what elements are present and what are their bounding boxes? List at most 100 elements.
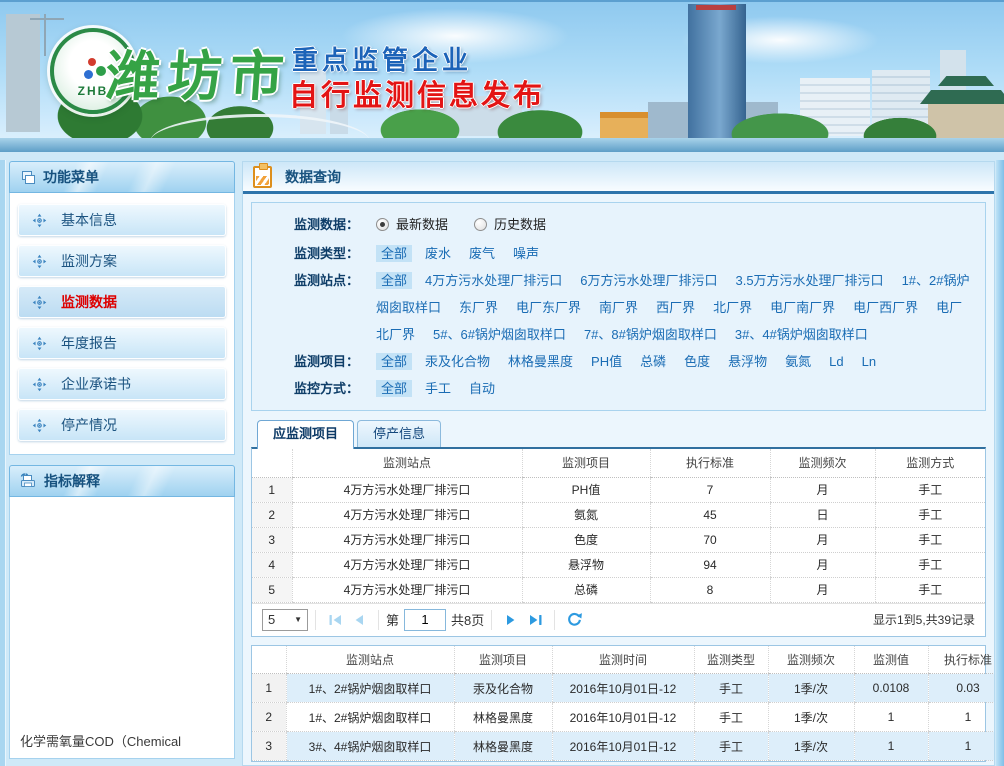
- filter-option[interactable]: 总磷: [635, 353, 671, 370]
- sidebar-menu-item[interactable]: 监测方案: [18, 245, 226, 277]
- building: [938, 76, 994, 86]
- next-page-icon[interactable]: [499, 609, 523, 631]
- cell-value: 0.0108: [854, 674, 928, 703]
- filter-option[interactable]: 电厂南厂界: [765, 299, 840, 316]
- banner-city-title: 潍坊市: [103, 32, 295, 111]
- monitor-items-table: 监测站点监测项目执行标准监测频次监测方式 1 4万方污水处理厂排污口 PH值 7…: [252, 449, 985, 603]
- filter-option[interactable]: 色度: [679, 353, 715, 370]
- filter-option[interactable]: 电厂西厂界: [848, 299, 923, 316]
- page-number-input[interactable]: [404, 609, 446, 631]
- sidebar-menu-item-label: 监测数据: [61, 292, 117, 312]
- filter-option[interactable]: 6万方污水处理厂排污口: [575, 272, 722, 289]
- page-size-select[interactable]: 5: [262, 609, 308, 631]
- filter-option[interactable]: 5#、6#锅炉烟囱取样口: [428, 326, 571, 343]
- filter-option[interactable]: 东厂界: [454, 299, 503, 316]
- filter-option[interactable]: 自动: [464, 380, 500, 397]
- column-header: 监测项目: [522, 449, 650, 477]
- filter-option[interactable]: 手工: [420, 380, 456, 397]
- cell-standard: 70: [650, 527, 770, 552]
- cell-item: 林格曼黑度: [454, 732, 552, 761]
- cell-item: 总磷: [522, 577, 650, 602]
- filter-option[interactable]: 噪声: [508, 245, 544, 262]
- monitor-items-panel: 监测站点监测项目执行标准监测频次监测方式 1 4万方污水处理厂排污口 PH值 7…: [251, 447, 986, 637]
- column-header: 监测频次: [768, 646, 854, 674]
- filter-option[interactable]: 氨氮: [780, 353, 816, 370]
- cell-frequency: 月: [770, 552, 875, 577]
- page-title-bar: 数据查询: [243, 162, 994, 194]
- last-page-icon[interactable]: [523, 609, 547, 631]
- filter-option[interactable]: 4万方污水处理厂排污口: [420, 272, 567, 289]
- filter-row-monitor-data: 监测数据： 最新数据历史数据: [264, 211, 973, 240]
- filter-option[interactable]: 全部: [376, 245, 412, 262]
- cell-standard: 7: [650, 477, 770, 502]
- cell-station: 4万方污水处理厂排污口: [292, 502, 522, 527]
- sidebar-menu-item[interactable]: 年度报告: [18, 327, 226, 359]
- filter-option[interactable]: 全部: [376, 272, 412, 289]
- filter-label: 监控方式：: [294, 375, 366, 402]
- filter-option[interactable]: 北厂界: [708, 299, 757, 316]
- tab[interactable]: 停产信息: [357, 420, 441, 447]
- sidebar-explain-header-label: 指标解释: [44, 471, 100, 491]
- row-number: 5: [252, 577, 292, 602]
- filter-option[interactable]: 7#、8#锅炉烟囱取样口: [579, 326, 722, 343]
- prev-page-icon[interactable]: [347, 609, 371, 631]
- filter-option[interactable]: PH值: [586, 353, 627, 370]
- refresh-icon[interactable]: [562, 609, 586, 631]
- sidebar-menu-item[interactable]: 基本信息: [18, 204, 226, 236]
- filter-option[interactable]: Ln: [857, 353, 881, 370]
- filter-option[interactable]: 电厂东厂界: [511, 299, 586, 316]
- clipboard-icon: [253, 166, 272, 188]
- printer-icon: [19, 473, 37, 489]
- cell-item: PH值: [522, 477, 650, 502]
- sidebar-menu-item[interactable]: 停产情况: [18, 409, 226, 441]
- column-header: 监测方式: [875, 449, 985, 477]
- sidebar-menu-item-label: 企业承诺书: [61, 374, 131, 394]
- table-header-row: 监测站点监测项目监测时间监测类型监测频次监测值执行标准超标倍数: [252, 646, 995, 674]
- monitor-results-table: 监测站点监测项目监测时间监测类型监测频次监测值执行标准超标倍数 1 1#、2#锅…: [252, 646, 995, 762]
- filter-option[interactable]: 废水: [420, 245, 456, 262]
- pagination-bar: 5 第 共8页: [252, 603, 985, 636]
- radio-icon[interactable]: [376, 218, 389, 231]
- table-row: 3 3#、4#锅炉烟囱取样口 林格曼黑度 2016年10月01日-12 手工 1…: [252, 732, 995, 761]
- record-summary: 显示1到5,共39记录: [873, 611, 975, 628]
- separator: [491, 610, 492, 630]
- radio-icon[interactable]: [474, 218, 487, 231]
- sidebar-menu-item-label: 停产情况: [61, 415, 117, 435]
- cell-standard: 0.03: [928, 674, 995, 703]
- column-header: 监测频次: [770, 449, 875, 477]
- sidebar-menu-item[interactable]: 监测数据: [18, 286, 226, 318]
- goto-page-label: 第: [386, 610, 399, 629]
- filter-option[interactable]: Ld: [824, 353, 848, 370]
- cell-station: 4万方污水处理厂排污口: [292, 527, 522, 552]
- tab[interactable]: 应监测项目: [257, 420, 354, 449]
- cell-frequency: 月: [770, 477, 875, 502]
- filter-option[interactable]: 全部: [376, 380, 412, 397]
- cell-method: 手工: [875, 577, 985, 602]
- separator: [378, 610, 379, 630]
- sidebar-menu-item[interactable]: 企业承诺书: [18, 368, 226, 400]
- explain-marquee-text: 化学需氧量COD（Chemical: [20, 731, 181, 750]
- radio-option[interactable]: 历史数据: [474, 211, 546, 238]
- table-row: 4 4万方污水处理厂排污口 悬浮物 94 月 手工: [252, 552, 985, 577]
- first-page-icon[interactable]: [323, 609, 347, 631]
- filter-row-monitor-type: 监测类型： 全部废水废气噪声: [264, 240, 973, 267]
- filter-option[interactable]: 3#、4#锅炉烟囱取样口: [730, 326, 873, 343]
- cell-frequency: 1季/次: [768, 732, 854, 761]
- filter-option[interactable]: 3.5万方污水处理厂排污口: [730, 272, 888, 289]
- radio-option[interactable]: 最新数据: [376, 211, 448, 238]
- filter-option[interactable]: 悬浮物: [723, 353, 772, 370]
- cell-station: 1#、2#锅炉烟囱取样口: [286, 674, 454, 703]
- filter-option[interactable]: 全部: [376, 353, 412, 370]
- cell-method: 手工: [875, 552, 985, 577]
- row-number: 1: [252, 477, 292, 502]
- compass-icon: [32, 336, 47, 351]
- filter-option[interactable]: 废气: [464, 245, 500, 262]
- filter-option[interactable]: 汞及化合物: [420, 353, 495, 370]
- cell-frequency: 1季/次: [768, 703, 854, 732]
- cell-method: 手工: [875, 502, 985, 527]
- filter-option[interactable]: 林格曼黑度: [503, 353, 578, 370]
- column-header: 监测值: [854, 646, 928, 674]
- filter-option[interactable]: 南厂界: [594, 299, 643, 316]
- cell-frequency: 日: [770, 502, 875, 527]
- filter-option[interactable]: 西厂界: [651, 299, 700, 316]
